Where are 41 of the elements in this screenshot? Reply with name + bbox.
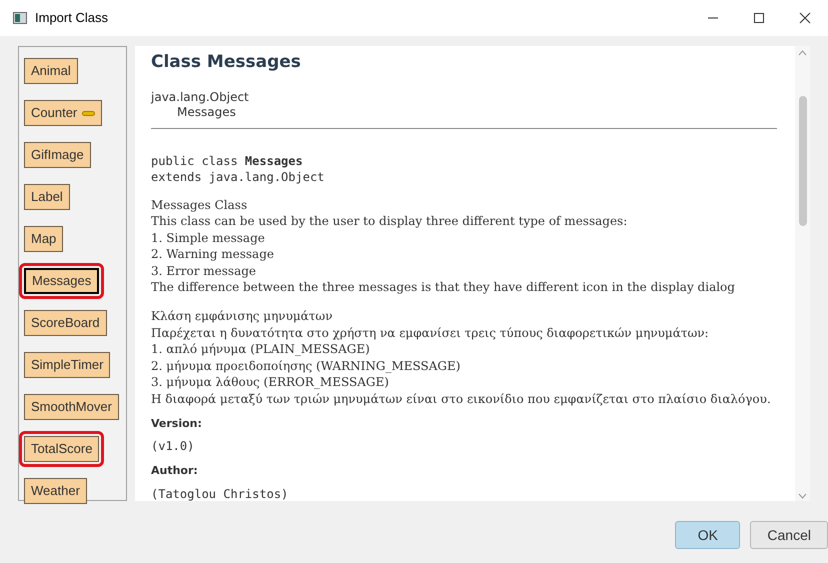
- pill-icon: [82, 110, 96, 116]
- hierarchy-text: java.lang.Object: [151, 90, 249, 104]
- tag-value: (v1.0): [151, 438, 194, 456]
- description-text: This class can be used by the user to display three different type of messages:: [151, 213, 628, 230]
- description-text: 3. Error message: [151, 262, 256, 280]
- scroll-down-icon[interactable]: [798, 493, 807, 499]
- hierarchy-text: Messages: [176, 104, 236, 120]
- class-button[interactable]: Animal: [24, 58, 78, 84]
- description-text: 2. μήνυμα προειδοποίησης (WARNING_MESSAGE): [151, 358, 460, 374]
- class-heading: Class Messages: [151, 51, 302, 74]
- cancel-button[interactable]: Cancel: [750, 521, 828, 549]
- class-button[interactable]: SimpleTimer: [24, 352, 110, 378]
- description-text: 1. Simple message: [151, 230, 265, 246]
- class-button[interactable]: GifImage: [24, 142, 91, 168]
- class-button[interactable]: ScoreBoard: [24, 310, 107, 336]
- signature-text: public class Messages: [151, 152, 303, 168]
- ok-button[interactable]: OK: [675, 521, 740, 549]
- tag-value: (Tatoglou Christos): [151, 486, 288, 501]
- app-icon: [13, 12, 27, 24]
- tag-label: Author:: [151, 463, 198, 480]
- signature-text: extends java.lang.Object: [151, 168, 324, 184]
- class-button[interactable]: Label: [24, 184, 70, 210]
- description-text: Η διαφορά μεταξύ των τριών μηνυμάτων είναι στο εικονίδιο που εμφανίζεται στο πλαίσιο διαλόγου.: [151, 391, 771, 408]
- class-button[interactable]: TotalScore: [24, 436, 100, 462]
- description-text: Κλάση εμφάνισης μηνυμάτων: [151, 308, 333, 325]
- description-text: Παρέχεται η δυνατότητα στο χρήστη να εμφανίσει τρεις τύπους διαφορετικών μηνυμάτων:: [151, 324, 709, 342]
- class-button[interactable]: Counter: [24, 100, 102, 126]
- scrollbar-thumb[interactable]: [798, 96, 806, 226]
- class-button[interactable]: SmoothMover: [24, 394, 119, 420]
- description-text: Messages Class: [151, 196, 248, 214]
- scroll-up-icon[interactable]: [798, 50, 807, 56]
- scrollbar[interactable]: [795, 46, 810, 501]
- tag-label: Version:: [151, 416, 202, 432]
- class-button[interactable]: Messages: [24, 268, 100, 294]
- window-title: Import Class: [35, 9, 108, 28]
- description-text: 2. Warning message: [151, 246, 274, 263]
- description-text: The difference between the three messages is that they have different icon in the display dialog: [151, 279, 735, 296]
- class-button[interactable]: Map: [24, 226, 64, 252]
- description-text: 3. μήνυμα λάθους (ERROR_MESSAGE): [151, 374, 389, 392]
- description-text: 1. απλό μήνυμα (PLAIN_MESSAGE): [151, 341, 370, 358]
- class-button[interactable]: Weather: [24, 478, 87, 504]
